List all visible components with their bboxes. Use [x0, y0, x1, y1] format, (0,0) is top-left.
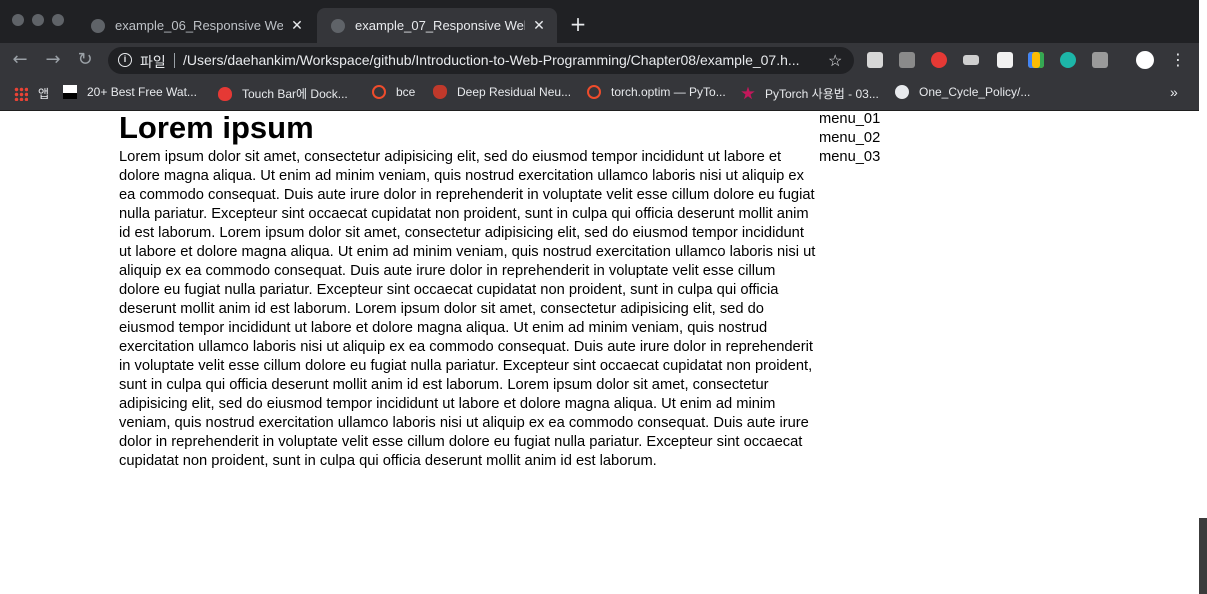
scrollbar[interactable] — [1199, 518, 1207, 594]
page-title: Lorem ipsum — [119, 110, 314, 145]
profile-avatar-icon[interactable] — [1136, 51, 1154, 69]
bookmark-site-icon — [63, 85, 77, 99]
bookmark-label: 20+ Best Free Wat... — [87, 85, 197, 99]
divider — [174, 53, 175, 68]
extension-plus-icon[interactable] — [1028, 52, 1044, 68]
bookmarks-bar: 앱 20+ Best Free Wat... Touch Bar에 Dock..… — [0, 77, 1199, 111]
close-window-icon[interactable] — [12, 14, 24, 26]
bookmark-label: One_Cycle_Policy/... — [919, 85, 1031, 99]
bookmark-item[interactable]: bce — [372, 85, 415, 99]
address-bar[interactable]: i 파일 /Users/daehankim/Workspace/github/I… — [108, 47, 854, 74]
reload-button[interactable]: ↻ — [74, 50, 96, 70]
apps-grid-icon — [14, 86, 28, 101]
tab-example-06[interactable]: example_06_Responsive Web Pa ✕ — [77, 8, 315, 43]
bookmark-item[interactable]: Deep Residual Neu... — [433, 85, 571, 99]
extension-layout-icon[interactable] — [867, 52, 883, 68]
bookmark-item[interactable]: Touch Bar에 Dock... — [218, 85, 348, 102]
bookmark-item[interactable]: PyTorch 사용법 - 03... — [741, 85, 879, 102]
tab-title: example_06_Responsive Web Pa — [115, 18, 283, 33]
menu-item-02[interactable]: menu_02 — [819, 129, 880, 148]
menu-item-01[interactable]: menu_01 — [819, 110, 880, 129]
forward-button[interactable]: → — [42, 50, 64, 70]
menu-item-03[interactable]: menu_03 — [819, 148, 880, 167]
bookmark-star-icon[interactable]: ☆ — [828, 51, 842, 71]
side-menu: menu_01 menu_02 menu_03 — [819, 110, 880, 167]
minimize-window-icon[interactable] — [32, 14, 44, 26]
extension-i-icon[interactable] — [1092, 52, 1108, 68]
globe-icon — [91, 18, 105, 33]
window-edge — [1199, 0, 1207, 594]
globe-icon — [331, 18, 345, 33]
tab-example-07[interactable]: example_07_Responsive Web Pa ✕ — [317, 8, 557, 43]
browser-toolbar: ← → ↻ i 파일 /Users/daehankim/Workspace/gi… — [0, 43, 1199, 77]
bookmark-label: Touch Bar에 Dock... — [242, 87, 348, 101]
bookmark-label: bce — [396, 85, 416, 99]
bookmark-label: Deep Residual Neu... — [457, 85, 572, 99]
extension-m-icon[interactable] — [1060, 52, 1076, 68]
bookmark-item[interactable]: 20+ Best Free Wat... — [63, 85, 197, 99]
strawberry-icon — [433, 85, 447, 99]
bookmark-label: 앱 — [38, 87, 50, 101]
extension-hand-icon[interactable] — [931, 52, 947, 68]
maximize-window-icon[interactable] — [52, 14, 64, 26]
close-tab-icon[interactable]: ✕ — [289, 17, 305, 34]
extension-square-icon[interactable] — [997, 52, 1013, 68]
url-text[interactable]: /Users/daehankim/Workspace/github/Introd… — [183, 52, 813, 68]
more-bookmarks-button[interactable]: » — [1170, 84, 1178, 100]
info-icon[interactable]: i — [118, 53, 132, 67]
github-icon — [895, 85, 909, 99]
bookmark-item[interactable]: One_Cycle_Policy/... — [895, 85, 1030, 99]
bookmark-apps[interactable]: 앱 — [14, 85, 49, 102]
bookmark-item[interactable]: torch.optim — PyTo... — [587, 85, 726, 99]
bookmark-label: PyTorch 사용법 - 03... — [765, 87, 879, 101]
back-button[interactable]: ← — [9, 50, 31, 70]
browser-titlebar: example_06_Responsive Web Pa ✕ example_0… — [0, 0, 1199, 43]
extension-ex-icon[interactable] — [899, 52, 915, 68]
leaf-icon — [741, 86, 755, 100]
browser-menu-button[interactable]: ⋮ — [1170, 50, 1186, 69]
bookmark-label: torch.optim — PyTo... — [611, 85, 726, 99]
pytorch-icon — [372, 85, 386, 99]
extension-laptop-icon[interactable] — [963, 55, 979, 65]
close-tab-icon[interactable]: ✕ — [531, 17, 547, 34]
tab-title: example_07_Responsive Web Pa — [355, 18, 525, 33]
new-tab-button[interactable]: + — [567, 13, 589, 35]
page-body-text: Lorem ipsum dolor sit amet, consectetur … — [119, 149, 816, 469]
apple-icon — [218, 86, 232, 101]
pytorch-icon — [587, 85, 601, 99]
scheme-label: 파일 — [140, 54, 166, 70]
